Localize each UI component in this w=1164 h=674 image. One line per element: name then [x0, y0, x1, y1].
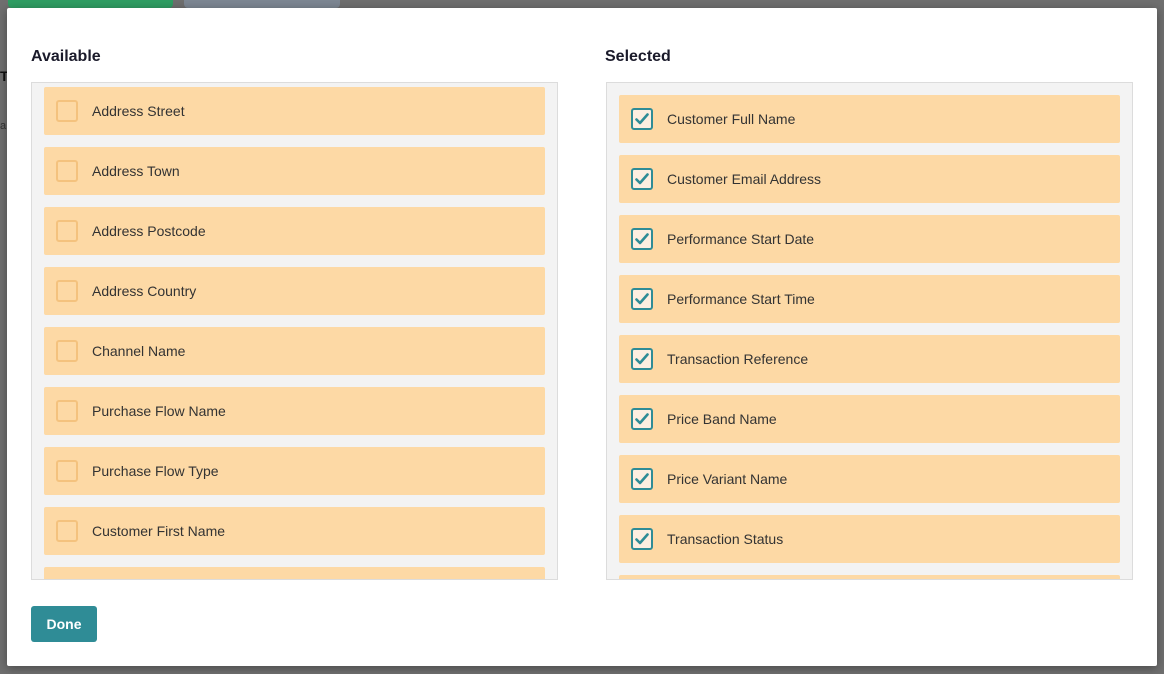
checkbox-checked-icon[interactable] [631, 348, 653, 370]
selected-item-label: Performance Start Date [667, 231, 815, 247]
selected-item[interactable]: Performance Start Date [619, 215, 1120, 263]
checkmark-icon [635, 413, 649, 425]
selected-item[interactable]: Customer Email Address [619, 155, 1120, 203]
selected-item[interactable]: Price Band Name [619, 395, 1120, 443]
available-item-label: Channel Name [92, 343, 186, 359]
available-item[interactable]: Purchase Flow Type [44, 447, 545, 495]
background-gray-button [184, 0, 340, 8]
available-items: Address Street Address Town Address Postco… [44, 87, 545, 579]
checkbox-icon[interactable] [56, 280, 78, 302]
available-title: Available [31, 48, 101, 65]
available-item[interactable]: Address Country [44, 267, 545, 315]
available-item[interactable] [44, 567, 545, 579]
checkbox-checked-icon[interactable] [631, 468, 653, 490]
available-item-label: Purchase Flow Type [92, 463, 219, 479]
selected-item[interactable]: Performance Start Time [619, 275, 1120, 323]
selected-item-label: Transaction Reference [667, 351, 809, 367]
checkmark-icon [635, 233, 649, 245]
column-picker-modal: Available Selected Address Street Address… [7, 8, 1157, 666]
checkmark-icon [635, 473, 649, 485]
checkbox-icon[interactable] [56, 100, 78, 122]
checkbox-icon[interactable] [56, 340, 78, 362]
selected-item-label: Transaction Status [667, 531, 784, 547]
checkbox-checked-icon[interactable] [631, 528, 653, 550]
available-list[interactable]: Address Street Address Town Address Postco… [31, 82, 558, 580]
checkbox-icon[interactable] [56, 400, 78, 422]
selected-item-label: Price Band Name [667, 411, 777, 427]
available-item[interactable]: Address Postcode [44, 207, 545, 255]
checkbox-checked-icon[interactable] [631, 168, 653, 190]
checkbox-icon[interactable] [56, 460, 78, 482]
done-button[interactable]: Done [31, 606, 97, 642]
selected-items: Customer Full Name Customer Email Address… [619, 95, 1120, 579]
available-item-label: Address Street [92, 103, 185, 119]
checkbox-checked-icon[interactable] [631, 228, 653, 250]
selected-item[interactable] [619, 575, 1120, 579]
checkmark-icon [635, 113, 649, 125]
selected-item-label: Customer Email Address [667, 171, 822, 187]
selected-item[interactable]: Transaction Reference [619, 335, 1120, 383]
checkmark-icon [635, 173, 649, 185]
checkbox-icon[interactable] [56, 220, 78, 242]
selected-item-label: Price Variant Name [667, 471, 788, 487]
available-item[interactable]: Address Town [44, 147, 545, 195]
available-item-label: Address Country [92, 283, 197, 299]
selected-item-label: Customer Full Name [667, 111, 796, 127]
selected-item[interactable]: Transaction Status [619, 515, 1120, 563]
available-item[interactable]: Address Street [44, 87, 545, 135]
selected-item[interactable]: Customer Full Name [619, 95, 1120, 143]
checkmark-icon [635, 353, 649, 365]
available-item-label: Address Town [92, 163, 180, 179]
selected-title: Selected [605, 48, 671, 65]
background-text-fragment: a [0, 120, 7, 132]
checkbox-checked-icon[interactable] [631, 108, 653, 130]
checkmark-icon [635, 293, 649, 305]
checkbox-checked-icon[interactable] [631, 408, 653, 430]
checkbox-icon[interactable] [56, 520, 78, 542]
checkmark-icon [635, 533, 649, 545]
available-item-label: Purchase Flow Name [92, 403, 226, 419]
available-item[interactable]: Purchase Flow Name [44, 387, 545, 435]
available-item[interactable]: Channel Name [44, 327, 545, 375]
checkbox-checked-icon[interactable] [631, 288, 653, 310]
selected-item[interactable]: Price Variant Name [619, 455, 1120, 503]
available-item-label: Address Postcode [92, 223, 206, 239]
selected-list[interactable]: Customer Full Name Customer Email Address… [606, 82, 1133, 580]
available-item[interactable]: Customer First Name [44, 507, 545, 555]
checkbox-icon[interactable] [56, 160, 78, 182]
available-item-label: Customer First Name [92, 523, 226, 539]
background-green-button [8, 0, 173, 8]
selected-item-label: Performance Start Time [667, 291, 815, 307]
